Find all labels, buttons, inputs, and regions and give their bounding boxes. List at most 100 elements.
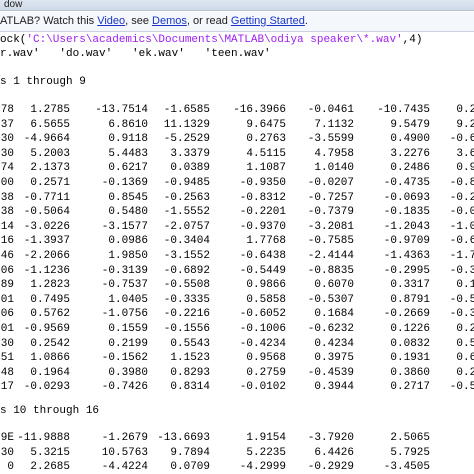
matrix-cell: 0.0389 [170,162,210,175]
matrix-cell: -0.6438 [239,250,286,262]
matrix-cell: -4.2999 [239,461,286,474]
matrix-cell: 1.7768 [246,235,286,248]
matrix-cell: 0.8314 [170,381,210,394]
matrix-cell: -0.5109 [449,381,474,394]
command-window-output[interactable]: ock('C:\Users\academics\Documents\MATLAB… [0,31,474,474]
matrix-cell: 0.5480 [108,206,148,219]
matrix-cell: -0.0827 [449,206,474,219]
matrix-cell: -0.2216 [163,308,210,321]
matrix-cell: -0.5449 [239,264,286,277]
matrix-row: 38 -0.5064 0.5480 -1.5552 -0.2201 -0.7379 -0.1… [0,205,474,219]
matrix-row: 16 -1.3937 0.0986 -0.3404 1.7768 -0.7585 -0.97… [0,234,474,248]
columns-header-1-9: s 1 through 9 [0,76,86,88]
matrix-cell: -1.4363 [383,250,430,262]
matrix-cell: 0.2286 [456,104,474,116]
matrix-cell: 0.8545 [108,191,148,204]
matrix-row: 17 -0.0293 -0.7426 0.8314 -0.0102 0.3944 0.271… [0,380,474,394]
matrix-cell: 0.1931 [390,352,430,365]
matrix-cell: 3.6252 [456,147,474,160]
matrix-cell: -0.6892 [163,264,210,277]
matrix-row: 30 0.2542 0.2199 0.5543 -0.4234 0.4234 0.0832 0… [0,337,474,351]
matrix-cell: -1.7158 [449,250,474,262]
matrix-cell: -1.1236 [23,264,70,277]
matrix-cell: 0.3980 [108,366,148,379]
matrix-cell: 0.6540 [456,352,474,365]
matrix-row: 78 1.2785 -13.7514 -1.6585 -16.3966 -0.0461 -1… [0,103,474,117]
matrix-row: 9E -11.9888 -1.2679 -13.6693 1.9154 -3.7920 2.… [0,431,474,445]
matrix-cell: -0.4539 [307,366,354,379]
command-line: ock('C:\Users\academics\Documents\MATLAB… [0,33,422,47]
matrix-cell: -0.5461 [449,293,474,306]
matrix-cell: 10.5763 [101,446,148,459]
matrix-row: 30 5.3215 10.5763 9.7894 5.2235 6.4426 5.7925 [0,446,474,460]
window-title: dow [4,0,23,10]
matrix-cell: -0.7537 [101,279,148,292]
hint-lead-text: ATLAB? Watch this [0,15,98,27]
matrix-cell: -13.7514 [95,104,148,116]
matrix-cell: -0.4735 [383,177,430,189]
matrix-cell: 2.1373 [30,162,70,175]
matrix-cell: 0.7495 [30,293,70,306]
matrix-cell: -0.7585 [307,235,354,248]
matrix-cell: 0.1559 [108,323,148,335]
matrix-cell: - [470,103,474,117]
matrix-cell: -2.4144 [307,250,354,262]
matrix-cell: -0.0102 [239,381,286,394]
matrix-cell: 0.4234 [314,337,354,350]
matrix-cell: -1.6585 [163,104,210,116]
columns-header-10-16: s 10 through 16 [0,405,100,417]
matrix-cell: 0.2496 [456,366,474,379]
getting-started-link[interactable]: Getting Started [231,15,305,27]
matrix-cell: -0.0207 [307,177,354,189]
matrix-row: 51 1.0866 -0.1562 1.1523 0.9568 0.3975 0.1931 0… [0,351,474,365]
matrix-cell: -0.8835 [307,264,354,277]
matrix-cell: 3.3379 [170,147,210,160]
matrix-cell: 5.3215 [30,446,70,459]
matrix-cell: -0.0461 [307,104,354,116]
matrix-row: 38 -0.7711 0.8545 -0.2563 -0.8312 -0.7257 -0.0… [0,191,474,205]
matrix-cell: 6.8610 [108,118,148,131]
matrix-row: 0 2.2685 -4.4224 0.0709 -4.2999 -0.2929 -3.450… [0,460,474,474]
matrix-cell: -0.6237 [449,133,474,146]
matrix-cell: 1.1523 [170,352,210,365]
matrix-cell: -5.2529 [163,133,210,146]
demos-link[interactable]: Demos [152,15,187,27]
matrix-cell: 6.4426 [314,446,354,459]
matrix-cell: 0.1964 [30,366,70,379]
matrix-cell: -0.2529 [449,191,474,204]
matrix-cell: 1.9850 [108,250,148,262]
matrix-cell: -0.9370 [239,220,286,233]
matrix-cell: -0.3404 [163,235,210,248]
matrix-cell: 9.6475 [246,118,286,131]
matrix-cell: 5.2235 [246,446,286,459]
matrix-cell: 0.9568 [246,352,286,365]
video-link[interactable]: Video [97,15,125,27]
matrix-cell: -0.6528 [449,235,474,248]
matrix-row: 89 1.2823 -0.7537 -0.5508 0.9866 0.6070 0.3317… [0,278,474,292]
command-path-string: 'C:\Users\academics\Documents\MATLAB\odi… [26,34,403,46]
matrix-cell: 0.3975 [314,352,354,365]
matrix-cell: -0.2929 [307,461,354,474]
matrix-cell: 1.2823 [30,279,70,292]
matrix-cell: 0.5543 [170,337,210,350]
matrix-cell: -3.5599 [307,133,354,146]
matrix-cell: -1.3937 [23,235,70,248]
matrix-cell: 0.5858 [246,293,286,306]
matrix-cell: -0.7711 [23,191,70,204]
matrix-cell: -0.0693 [383,191,430,204]
matrix-cell: -0.9569 [23,323,70,335]
matrix-cell: -0.0293 [23,381,70,394]
matrix-cell: 5.4483 [108,147,148,160]
matrix-cell: -0.6232 [307,323,354,335]
matrix-cell: 1.2785 [30,104,70,116]
matrix-row: 46 -2.2066 1.9850 -3.1552 -0.6438 -2.4144 -1.4… [0,249,474,263]
matrix-cell: 0.6070 [314,279,354,292]
matrix-cell: 0.1839 [456,279,474,292]
matrix-cell: 1.0140 [314,162,354,175]
matrix-cell: -0.2995 [383,264,430,277]
matrix-cell: -0.1556 [163,323,210,335]
matrix-row: 01 0.7495 1.0405 -0.3335 0.5858 -0.5307 0.8791… [0,293,474,307]
matrix-cell: -16.3966 [233,104,286,116]
matrix-cell: 0.3860 [390,366,430,379]
matrix-cell: -3.4505 [383,461,430,474]
